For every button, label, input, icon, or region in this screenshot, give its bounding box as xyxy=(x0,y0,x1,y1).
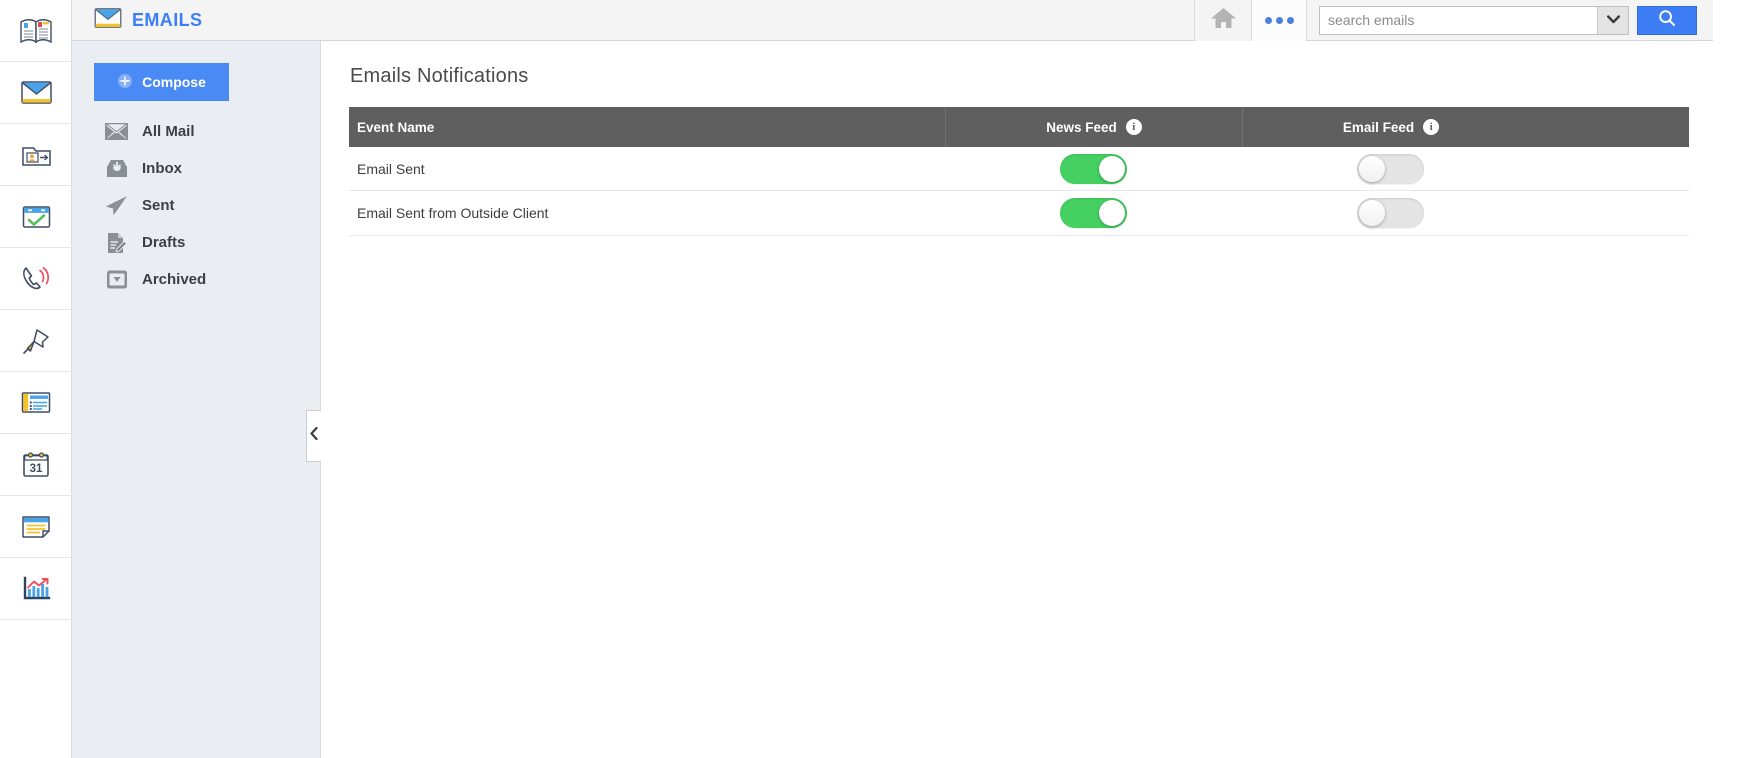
table-header-row: Event Name News Feed i Email Feed i xyxy=(349,107,1689,147)
mail-nav-panel: Compose All Mail Inbox Sent Drafts Archi… xyxy=(72,41,321,758)
rail-item-tasks[interactable] xyxy=(0,186,72,248)
rail-item-calls[interactable] xyxy=(0,248,72,310)
chevron-left-icon xyxy=(310,426,318,445)
toggle-news-feed[interactable] xyxy=(1060,198,1127,228)
compose-button-label: Compose xyxy=(142,74,206,90)
home-button[interactable] xyxy=(1194,0,1252,41)
search-icon xyxy=(1658,9,1676,32)
rail-item-calendar[interactable]: 31 xyxy=(0,434,72,496)
section-title: Emails Notifications xyxy=(350,65,529,87)
sidebar-item-label: All Mail xyxy=(142,123,195,140)
archive-box-icon xyxy=(105,268,128,291)
table-row: Email Sent xyxy=(349,147,1689,191)
brand: EMAILS xyxy=(72,7,202,34)
notifications-table: Event Name News Feed i Email Feed i Emai… xyxy=(349,107,1689,236)
main-content: Emails Notifications Event Name News Fee… xyxy=(322,41,1713,758)
more-dots-icon xyxy=(1264,16,1294,24)
icon-rail: 31 xyxy=(0,0,72,758)
panel-collapse-handle[interactable] xyxy=(306,410,321,462)
paper-plane-icon xyxy=(105,194,128,217)
toggle-knob xyxy=(1099,155,1125,182)
search-area xyxy=(1307,5,1713,35)
sidebar-item-drafts[interactable]: Drafts xyxy=(72,224,320,261)
column-header-label: Event Name xyxy=(357,119,435,135)
column-header-label: Email Feed xyxy=(1342,119,1415,135)
sidebar-item-inbox[interactable]: Inbox xyxy=(72,150,320,187)
column-header-event-name: Event Name xyxy=(349,107,945,147)
reports-chart-icon xyxy=(22,576,51,602)
envelope-icon xyxy=(105,120,128,143)
mail-icon xyxy=(94,7,122,34)
search-button[interactable] xyxy=(1637,5,1697,35)
pin-icon xyxy=(21,327,51,355)
mail-icon xyxy=(20,80,52,105)
info-icon[interactable]: i xyxy=(1125,119,1142,135)
toggle-knob xyxy=(1359,155,1385,182)
top-bar: EMAILS xyxy=(72,0,1713,41)
compose-button[interactable]: Compose xyxy=(94,63,229,101)
toggle-email-feed[interactable] xyxy=(1357,153,1424,184)
address-book-icon xyxy=(20,17,52,45)
rail-item-pinned[interactable] xyxy=(0,310,72,372)
cell-event-name: Email Sent from Outside Client xyxy=(357,205,549,221)
contacts-folder-icon xyxy=(21,142,52,168)
column-header-email-feed: Email Feed i xyxy=(1242,107,1539,147)
column-header-news-feed: News Feed i xyxy=(945,107,1242,147)
cell-event-name: Email Sent xyxy=(357,160,425,177)
cell-news-feed xyxy=(945,153,1242,184)
search-box xyxy=(1319,5,1629,35)
rail-item-reports[interactable] xyxy=(0,558,72,620)
rail-item-notes[interactable] xyxy=(0,496,72,558)
sidebar-item-archived[interactable]: Archived xyxy=(72,261,320,298)
rail-item-emails[interactable] xyxy=(0,62,72,124)
home-icon xyxy=(1210,6,1237,35)
page-title: EMAILS xyxy=(132,9,203,30)
cell-email-feed xyxy=(1242,198,1539,228)
table-row: Email Sent from Outside Client xyxy=(349,191,1689,236)
rail-item-address-book[interactable] xyxy=(0,0,72,62)
info-icon[interactable]: i xyxy=(1423,119,1440,135)
inbox-icon xyxy=(105,157,128,180)
toggle-email-feed[interactable] xyxy=(1357,198,1424,228)
search-dropdown-toggle[interactable] xyxy=(1597,6,1628,34)
search-input[interactable] xyxy=(1320,6,1597,34)
phone-calls-icon xyxy=(21,265,51,292)
news-icon xyxy=(21,390,51,415)
plus-circle-icon xyxy=(117,73,133,92)
notes-icon xyxy=(21,514,51,539)
sidebar-item-label: Archived xyxy=(142,271,207,288)
sidebar-item-sent[interactable]: Sent xyxy=(72,187,320,224)
sidebar-item-all-mail[interactable]: All Mail xyxy=(72,113,320,150)
mail-folder-list: All Mail Inbox Sent Drafts Archived xyxy=(72,113,320,298)
rail-item-news[interactable] xyxy=(0,372,72,434)
draft-pencil-icon xyxy=(105,231,128,254)
toggle-knob xyxy=(1359,200,1385,226)
calendar-icon: 31 xyxy=(22,451,50,478)
app-window: 31 EMAILS search emails Compose All Mail… xyxy=(0,0,1745,758)
toggle-news-feed[interactable] xyxy=(1060,153,1127,184)
sidebar-item-label: Drafts xyxy=(142,234,186,251)
svg-text:31: 31 xyxy=(30,463,43,475)
cell-email-feed xyxy=(1242,153,1539,184)
toggle-knob xyxy=(1099,200,1125,226)
rail-item-contacts[interactable] xyxy=(0,124,72,186)
column-header-label: News Feed xyxy=(1046,119,1117,135)
more-options-button[interactable] xyxy=(1252,0,1307,41)
sidebar-item-label: Sent xyxy=(142,197,175,214)
chevron-down-icon xyxy=(1606,11,1620,29)
sidebar-item-label: Inbox xyxy=(142,160,182,177)
tasks-icon xyxy=(22,204,51,230)
cell-news-feed xyxy=(945,198,1242,228)
